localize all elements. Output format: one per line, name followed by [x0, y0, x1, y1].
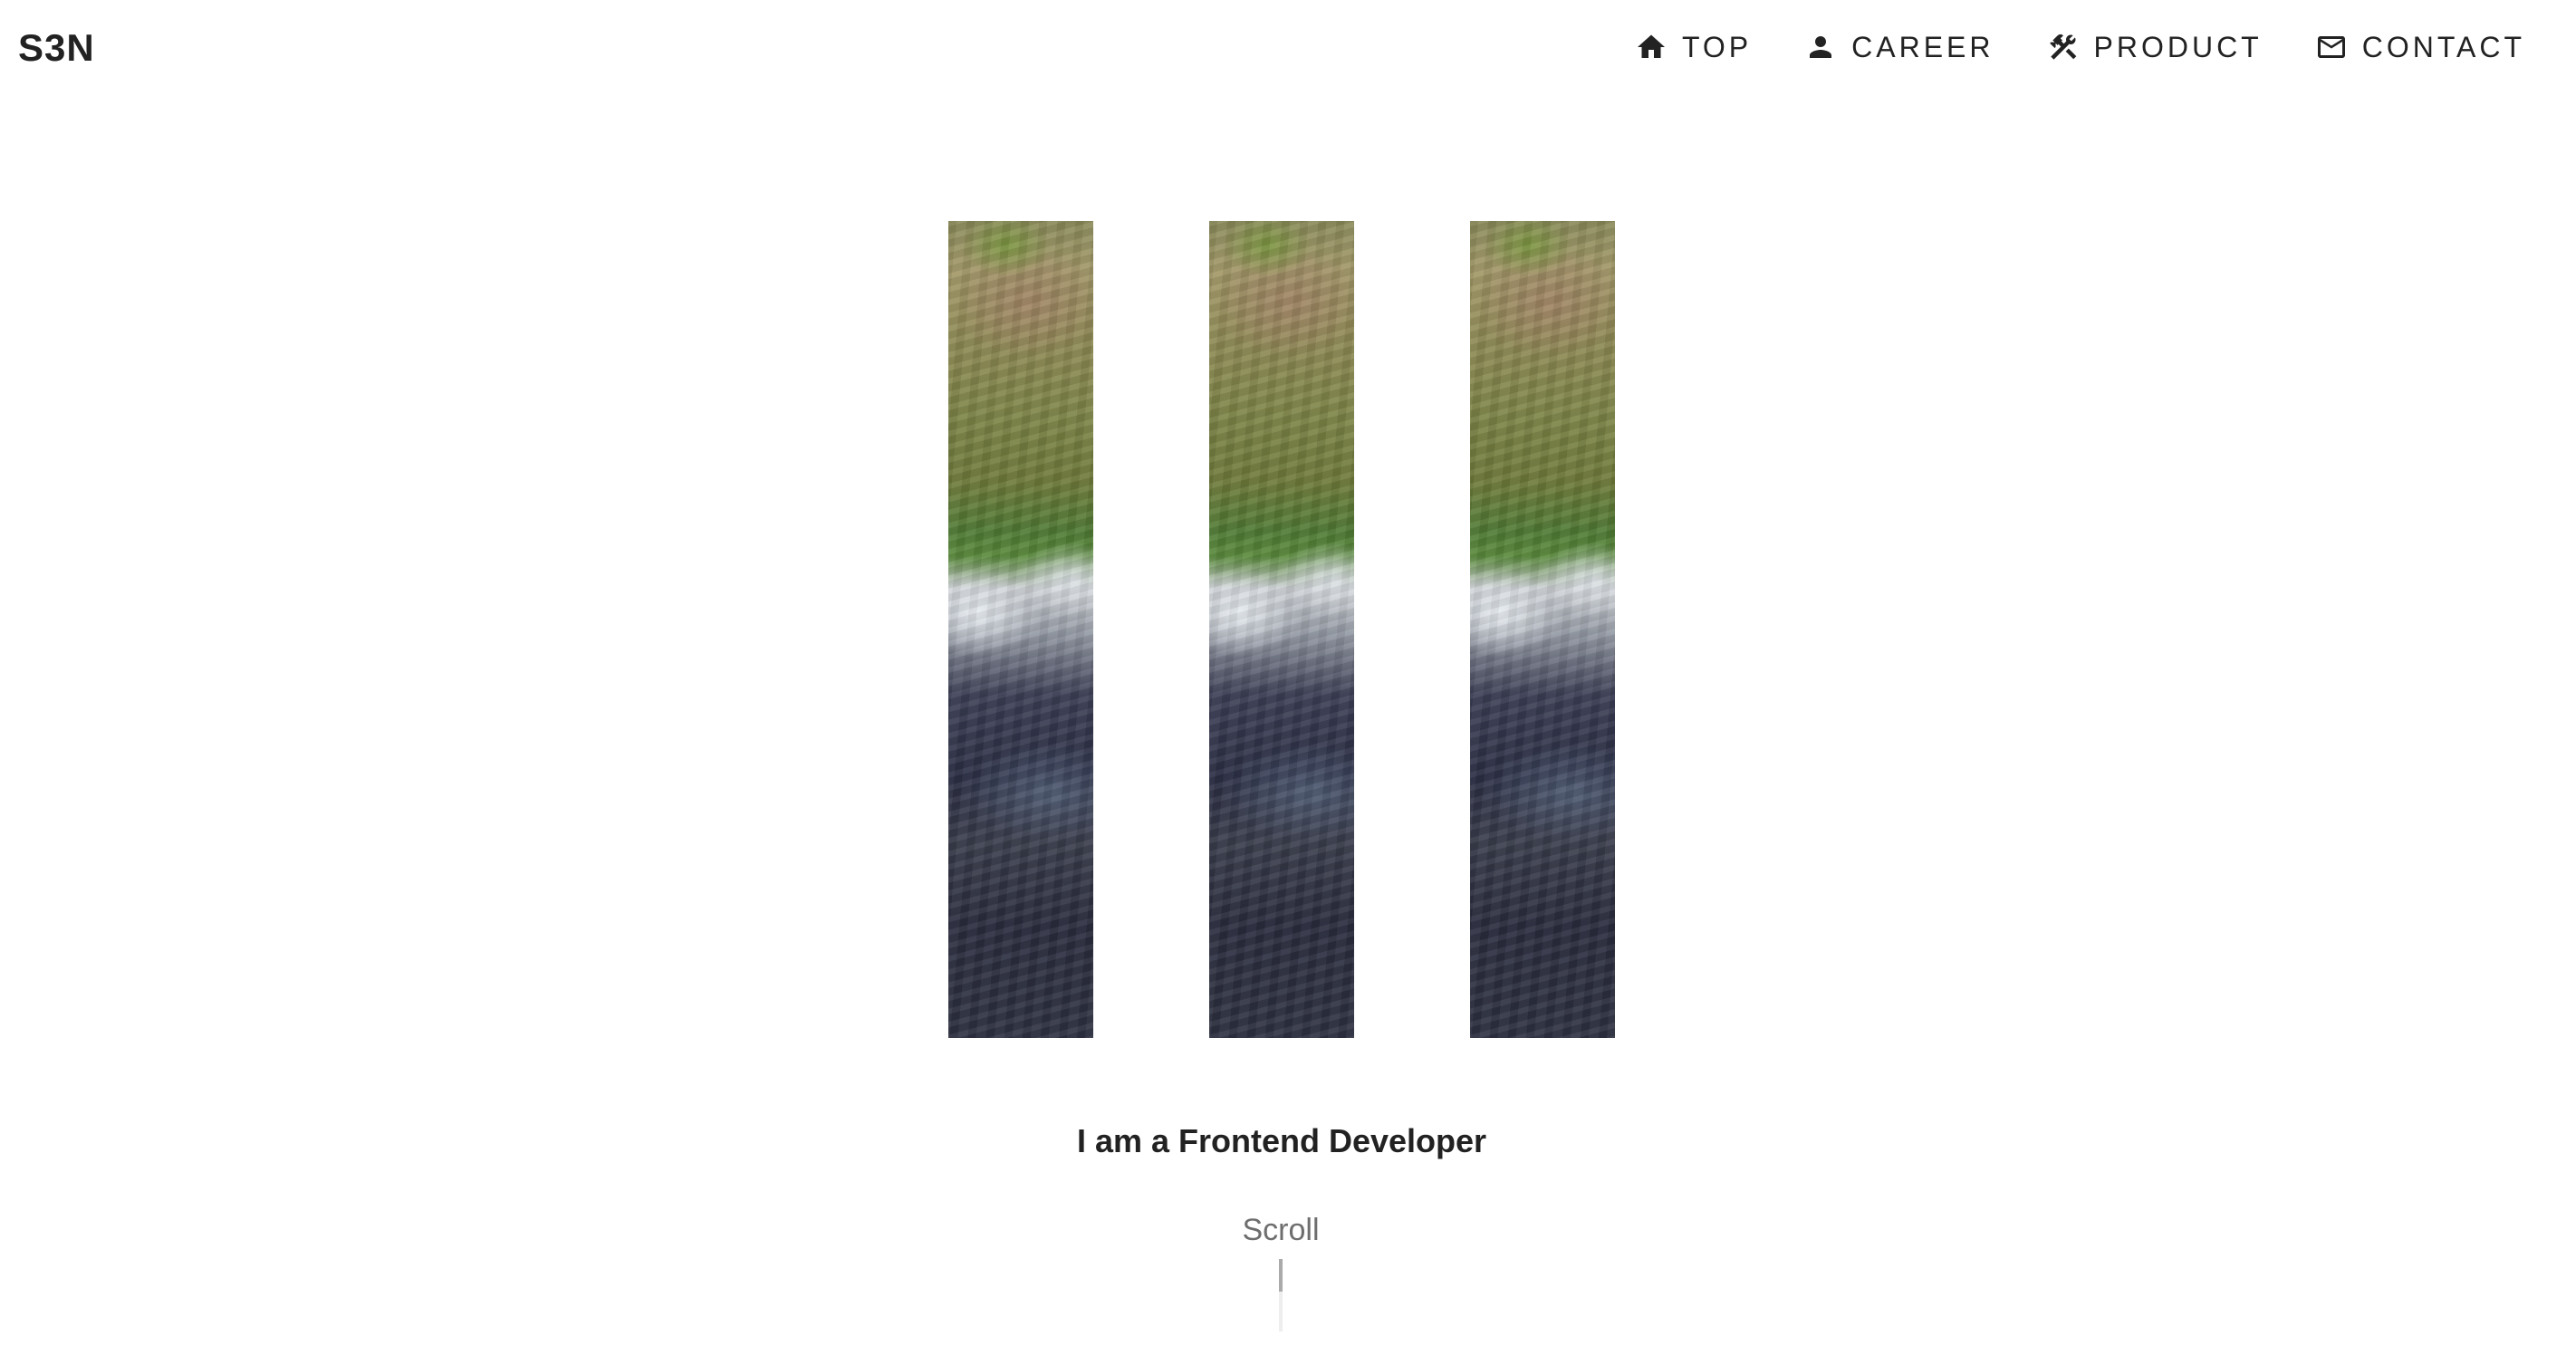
main-nav: TOP CAREER PRODUCT CONTACT — [1582, 25, 2525, 69]
nav-item-label: PRODUCT — [2093, 31, 2263, 63]
scroll-line-fill — [1279, 1259, 1283, 1292]
nav-item-contact[interactable]: CONTACT — [2315, 25, 2525, 69]
home-icon — [1635, 31, 1668, 63]
nav-item-label: CAREER — [1851, 31, 1994, 63]
hero-image-strips — [948, 221, 1615, 1038]
hero-image-strip — [1209, 221, 1354, 1038]
scroll-indicator[interactable]: Scroll — [1190, 1208, 1371, 1331]
person-icon — [1804, 31, 1837, 63]
hero-tagline: I am a Frontend Developer — [1076, 1122, 1487, 1159]
scroll-line — [1279, 1259, 1283, 1331]
tools-icon — [2047, 31, 2080, 63]
mail-icon — [2315, 31, 2348, 63]
nav-item-label: TOP — [1681, 31, 1753, 63]
site-header: S3N TOP CAREER PRODUCT CONTACT — [0, 0, 2576, 100]
page: S3N TOP CAREER PRODUCT CONTACT I am a Fr… — [0, 0, 2576, 1355]
nav-item-career[interactable]: CAREER — [1804, 25, 1994, 69]
nav-item-top[interactable]: TOP — [1635, 25, 1752, 69]
scroll-label: Scroll — [1242, 1213, 1320, 1247]
site-logo[interactable]: S3N — [18, 24, 95, 72]
hero-image-strip — [948, 221, 1093, 1038]
nav-item-product[interactable]: PRODUCT — [2047, 25, 2263, 69]
nav-item-label: CONTACT — [2361, 31, 2525, 63]
hero-image-strip — [1470, 221, 1615, 1038]
